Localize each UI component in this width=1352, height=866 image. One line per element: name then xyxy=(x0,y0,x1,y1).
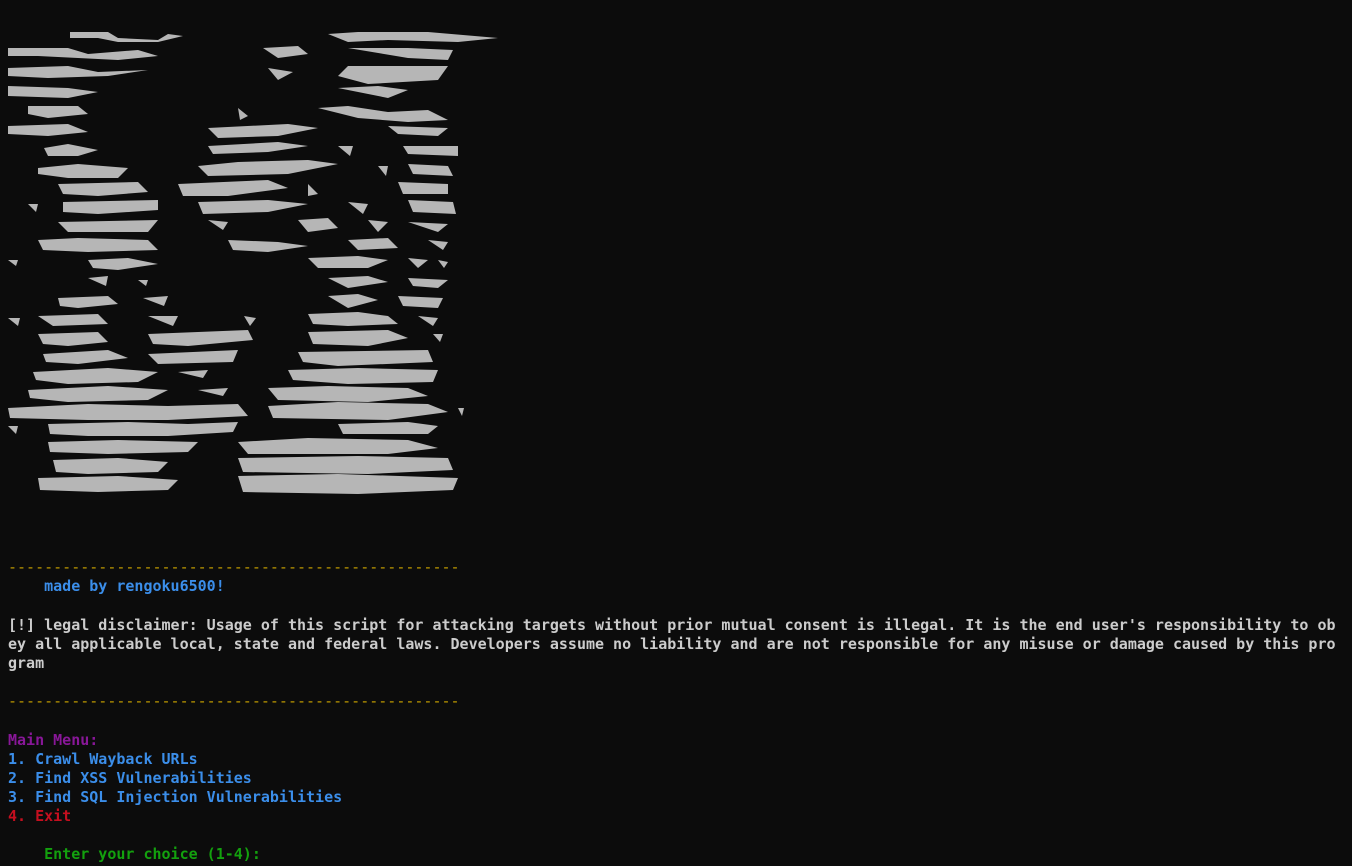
divider-bottom: ----------------------------------------… xyxy=(8,692,460,710)
menu-item-exit: 4. Exit xyxy=(8,807,72,825)
menu-item-crawl-wayback: 1. Crawl Wayback URLs xyxy=(8,750,198,768)
divider-top: ----------------------------------------… xyxy=(8,558,460,576)
terminal-window[interactable]: ----------------------------------------… xyxy=(0,0,1352,866)
ascii-art-banner xyxy=(8,32,498,494)
credit-line: made by rengoku6500! xyxy=(8,577,225,595)
legal-disclaimer: [!] legal disclaimer: Usage of this scri… xyxy=(8,616,1336,672)
input-line[interactable]: Enter your choice (1-4): xyxy=(8,826,279,863)
menu-item-find-sqli: 3. Find SQL Injection Vulnerabilities xyxy=(8,788,343,806)
menu-item-find-xss: 2. Find XSS Vulnerabilities xyxy=(8,769,252,787)
text-cursor[interactable] xyxy=(270,845,279,862)
choice-prompt: Enter your choice (1-4): xyxy=(44,845,270,863)
menu-title: Main Menu: xyxy=(8,731,99,749)
